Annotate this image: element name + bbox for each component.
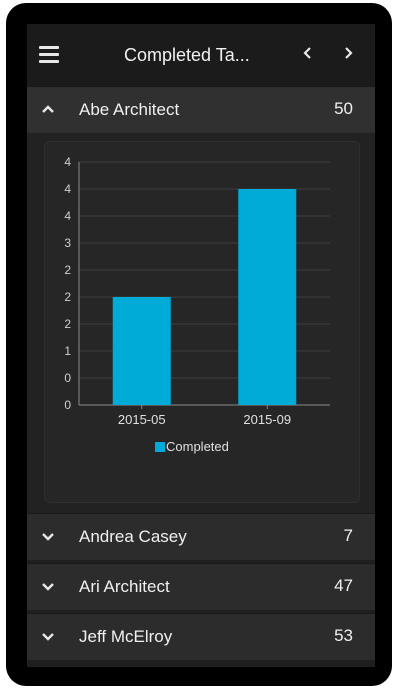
- y-tick-label: 0: [64, 398, 71, 412]
- list-item-name: Jeff McElroy: [79, 627, 173, 646]
- chevron-down-icon: [42, 583, 54, 591]
- y-tick-label: 4: [64, 182, 71, 196]
- chevron-up-icon: [42, 105, 54, 113]
- bar: [112, 297, 171, 405]
- list-item-ari-architect[interactable]: Ari Architect 47: [27, 563, 375, 610]
- hamburger-menu-icon[interactable]: [39, 46, 59, 63]
- bar: [238, 189, 297, 405]
- y-tick-label: 2: [64, 263, 71, 277]
- list-item-name: Abe Architect: [79, 100, 180, 119]
- completed-bar-chart: 0 0 1 2 2 2 3 4 4 4 2015-05 2015-09 Completed: [64, 155, 330, 454]
- next-button[interactable]: [337, 42, 359, 66]
- legend-swatch: [155, 442, 165, 452]
- list-item-count: 50: [334, 99, 353, 118]
- page-title: Completed Ta...: [124, 45, 250, 65]
- y-tick-label: 4: [64, 155, 71, 169]
- chevron-right-icon: [345, 47, 353, 59]
- y-tick-label: 2: [64, 290, 71, 304]
- y-tick-label: 1: [64, 344, 71, 358]
- app-header: Completed Ta...: [27, 24, 375, 86]
- chevron-down-icon: [42, 633, 54, 641]
- list-item-name: Ari Architect: [79, 577, 170, 596]
- x-tick-label: 2015-09: [243, 412, 291, 427]
- list-item-jeff-mcelroy[interactable]: Jeff McElroy 53: [27, 613, 375, 660]
- list-item-name: Andrea Casey: [79, 527, 187, 546]
- list-item-andrea-casey[interactable]: Andrea Casey 7: [27, 513, 375, 560]
- list-item-count: 53: [334, 626, 353, 645]
- legend-label: Completed: [166, 439, 229, 454]
- y-tick-label: 3: [64, 236, 71, 250]
- x-tick-label: 2015-05: [118, 412, 166, 427]
- list-item-count: 47: [334, 576, 353, 595]
- previous-button[interactable]: [297, 42, 319, 66]
- app-screen: Completed Ta... Abe Architect 50 0 0 1 2 2 2 3…: [27, 24, 375, 667]
- list-item-count: 7: [343, 526, 353, 545]
- y-tick-label: 4: [64, 209, 71, 223]
- chevron-down-icon: [42, 533, 54, 541]
- device-frame: Completed Ta... Abe Architect 50 0 0 1 2 2 2 3…: [6, 3, 392, 686]
- chevron-left-icon: [303, 47, 311, 59]
- y-tick-label: 2: [64, 317, 71, 331]
- y-tick-label: 0: [64, 371, 71, 385]
- chart-panel: 0 0 1 2 2 2 3 4 4 4 2015-05 2015-09 Completed: [27, 133, 375, 513]
- list-item-abe-architect[interactable]: Abe Architect 50: [27, 86, 375, 133]
- chart-card: 0 0 1 2 2 2 3 4 4 4 2015-05 2015-09 Completed: [44, 141, 360, 503]
